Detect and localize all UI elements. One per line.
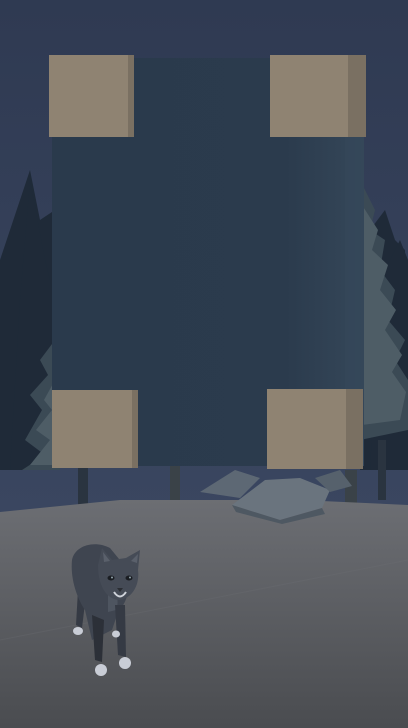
corner-block-top-left bbox=[49, 55, 134, 137]
corner-block-bottom-left bbox=[52, 390, 138, 468]
game-scene bbox=[0, 0, 408, 728]
corner-block-bottom-right bbox=[267, 389, 363, 469]
corner-block-top-right bbox=[270, 55, 366, 137]
scene-canvas bbox=[0, 0, 408, 728]
ground-plane bbox=[0, 500, 408, 728]
